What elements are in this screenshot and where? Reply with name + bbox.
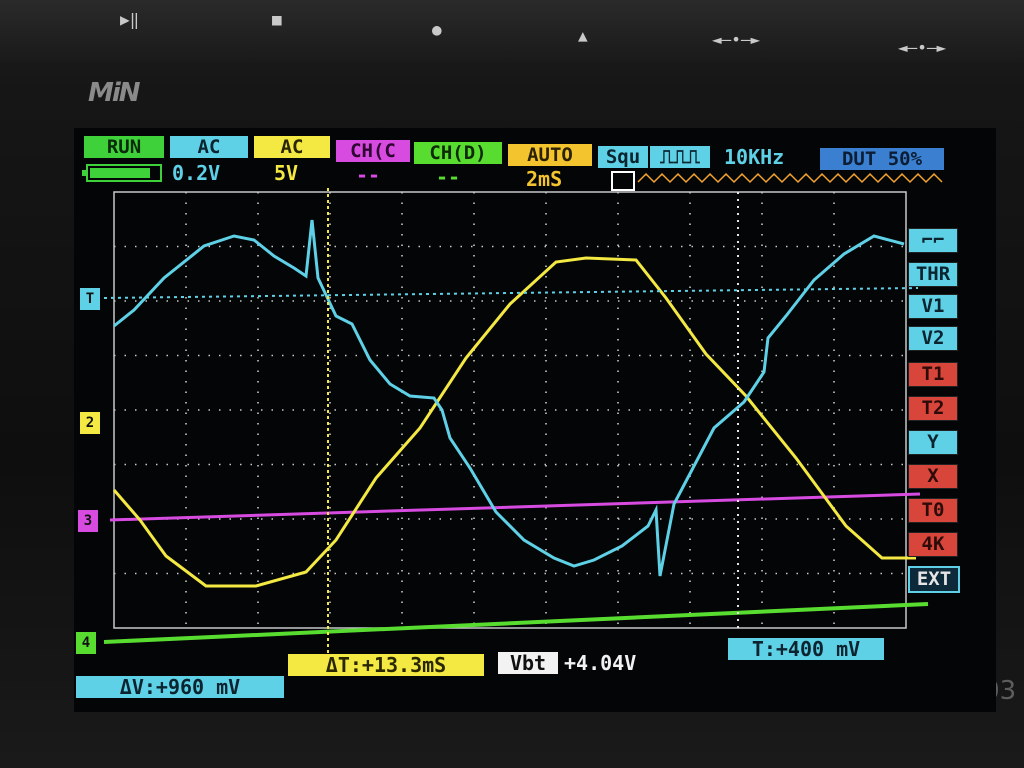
delta-v-readout[interactable]: ΔV:+960 mV bbox=[76, 676, 284, 698]
ch3-marker[interactable]: 3 bbox=[78, 510, 98, 532]
ch2-marker[interactable]: 2 bbox=[80, 412, 100, 434]
delta-t-readout[interactable]: ΔT:+13.3mS bbox=[288, 654, 484, 676]
ch-c-trace bbox=[109, 492, 921, 522]
oscilloscope-device: ▶‖ ■ ● ▲ ◄‒•‒► ◄‒•‒► MiN DS203 RUN AC AC… bbox=[0, 0, 1024, 768]
side-menu-x[interactable]: X bbox=[908, 464, 958, 489]
timebase-zigzag bbox=[637, 172, 943, 184]
side-menu-thr[interactable]: THR bbox=[908, 262, 958, 287]
side-menu-t2[interactable]: T2 bbox=[908, 396, 958, 421]
brand-logo: MiN bbox=[88, 78, 141, 108]
ch4-marker[interactable]: 4 bbox=[76, 632, 96, 654]
ch-b-trace bbox=[112, 256, 916, 588]
circle-button[interactable]: ● bbox=[432, 20, 442, 39]
trigger-edge-icon[interactable]: ⌐⌐ bbox=[908, 228, 958, 253]
trigger-level-readout[interactable]: T:+400 mV bbox=[728, 638, 884, 660]
ch-d-trace bbox=[103, 602, 929, 644]
ch-a-trace bbox=[113, 219, 905, 577]
right-navigation-toggle[interactable]: ◄‒•‒► bbox=[898, 38, 946, 57]
side-menu-t0[interactable]: T0 bbox=[908, 498, 958, 523]
left-navigation-toggle[interactable]: ◄‒•‒► bbox=[712, 30, 760, 49]
timebase-position-bar bbox=[611, 171, 943, 191]
battery-voltage-value: +4.04V bbox=[564, 651, 637, 675]
trigger-level-line bbox=[103, 287, 919, 299]
waveform-display[interactable] bbox=[74, 128, 996, 712]
side-menu-4k[interactable]: 4K bbox=[908, 532, 958, 557]
battery-voltage-label: Vbt bbox=[498, 652, 558, 674]
side-menu-v2[interactable]: V2 bbox=[908, 326, 958, 351]
play-pause-button[interactable]: ▶‖ bbox=[120, 10, 139, 29]
graticule-grid bbox=[113, 191, 907, 629]
hardware-button-bar: ▶‖ ■ ● ▲ ◄‒•‒► ◄‒•‒► bbox=[0, 0, 1024, 62]
timebase-window-indicator bbox=[611, 171, 635, 191]
side-menu-y[interactable]: Y bbox=[908, 430, 958, 455]
trigger-marker[interactable]: T bbox=[80, 288, 100, 310]
lcd-screen: RUN AC AC CH(C CH(D) AUTO Squ ⎍⎍⎍ 10KHz … bbox=[74, 128, 996, 712]
triangle-button[interactable]: ▲ bbox=[578, 26, 588, 45]
side-menu-ext[interactable]: EXT bbox=[908, 566, 960, 593]
square-button[interactable]: ■ bbox=[272, 10, 282, 29]
side-menu-v1[interactable]: V1 bbox=[908, 294, 958, 319]
side-menu-t1[interactable]: T1 bbox=[908, 362, 958, 387]
